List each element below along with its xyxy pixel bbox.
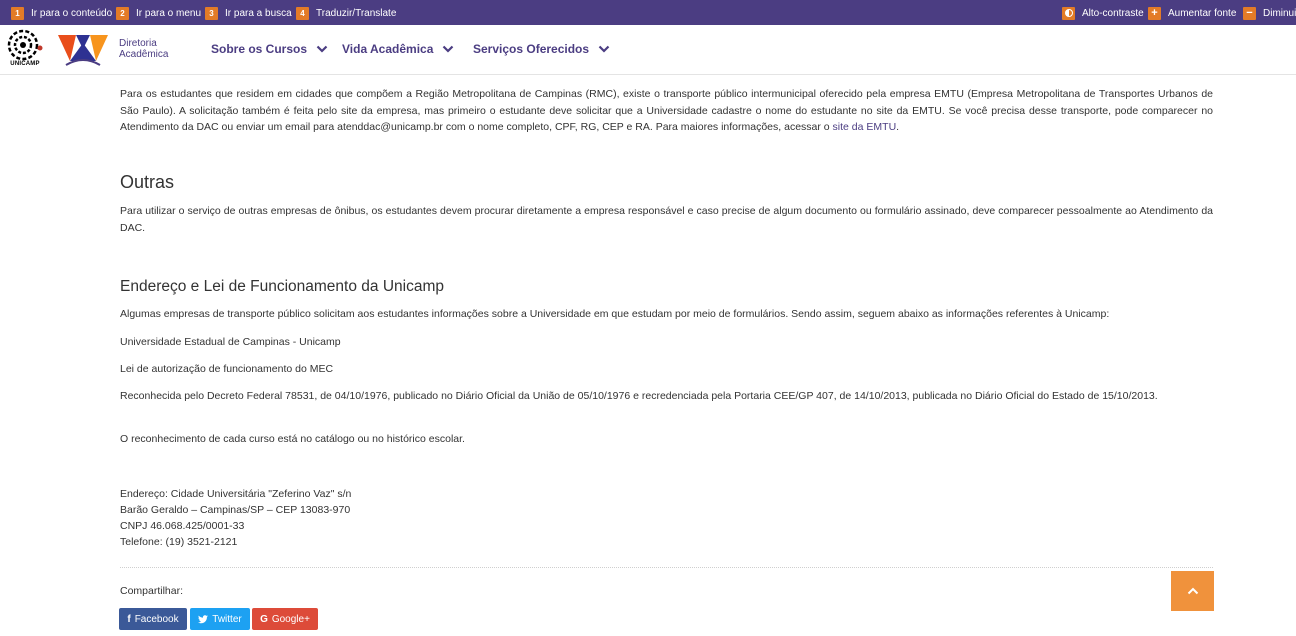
high-contrast-button[interactable]: Alto-contraste (1062, 6, 1144, 20)
nav-vida-academica[interactable]: Vida Acadêmica (342, 42, 454, 56)
high-contrast-label: Alto-contraste (1082, 7, 1144, 19)
skip-to-content-label: Ir para o conteúdo (31, 7, 113, 19)
minus-icon: − (1243, 6, 1256, 20)
nav-label: Serviços Oferecidos (473, 42, 590, 56)
share-twitter-label: Twitter (212, 613, 242, 625)
decrease-font-button[interactable]: − Diminuir fonte (1243, 6, 1296, 20)
emtu-text-end: . (896, 121, 900, 133)
chevron-down-icon (443, 45, 454, 53)
endereco-intro: Algumas empresas de transporte público s… (120, 308, 1110, 320)
unicamp-emblem-icon (7, 29, 43, 61)
share-twitter-button[interactable]: Twitter (190, 608, 250, 630)
decrease-font-label: Diminuir fonte (1263, 7, 1296, 19)
twitter-icon (198, 614, 209, 623)
address-line: Barão Geraldo – Campinas/SP – CEP 13083-… (120, 504, 351, 516)
key-badge: 4 (296, 6, 309, 20)
share-google-plus-button[interactable]: G Google+ (252, 608, 318, 630)
divider (120, 567, 1213, 568)
google-icon: G (260, 613, 268, 625)
key-badge: 2 (116, 6, 129, 20)
emtu-site-link[interactable]: site da EMTU (833, 121, 897, 133)
share-google-plus-label: Google+ (271, 613, 310, 625)
back-to-top-button[interactable] (1171, 571, 1214, 611)
contrast-icon (1062, 6, 1075, 20)
skip-to-search-label: Ir para a busca (225, 7, 292, 19)
nav-label: Vida Acadêmica (342, 42, 434, 56)
accessibility-bar: 1 Ir para o conteúdo 2 Ir para o menu 3 … (0, 0, 1296, 25)
skip-to-menu-label: Ir para o menu (136, 7, 202, 19)
translate-link[interactable]: 4 Traduzir/Translate (296, 6, 396, 20)
skip-to-search-link[interactable]: 3 Ir para a busca (205, 6, 292, 20)
mec-law-label: Lei de autorização de funcionamento do M… (120, 363, 334, 375)
emtu-section: Para os estudantes que residem em cidade… (120, 86, 1213, 136)
nav-label: Sobre os Cursos (211, 42, 308, 56)
key-badge: 3 (205, 6, 218, 20)
emtu-text: Para os estudantes que residem em cidade… (120, 88, 1213, 133)
skip-to-menu-link[interactable]: 2 Ir para o menu (116, 6, 201, 20)
address-block: Endereço: Cidade Universitária "Zeferino… (120, 486, 351, 550)
nav-servicos-oferecidos[interactable]: Serviços Oferecidos (473, 42, 610, 56)
decree-paragraph: Reconhecida pelo Decreto Federal 78531, … (120, 390, 1158, 402)
key-badge: 1 (11, 6, 24, 20)
dac-logo[interactable] (56, 31, 110, 67)
university-name: Universidade Estadual de Campinas - Unic… (120, 336, 341, 348)
plus-icon: + (1148, 6, 1161, 20)
increase-font-label: Aumentar fonte (1168, 7, 1237, 19)
unicamp-wordmark: UNICAMP (10, 61, 40, 67)
translate-label: Traduzir/Translate (316, 7, 397, 19)
recognition-paragraph: O reconhecimento de cada curso está no c… (120, 433, 465, 445)
share-label: Compartilhar: (120, 585, 184, 597)
dac-name-line1: Diretoria (119, 38, 157, 49)
site-header: UNICAMP Diretoria Acadêmica Sobre os Cur… (0, 25, 1296, 75)
dac-name-line2: Acadêmica (119, 49, 169, 60)
share-facebook-button[interactable]: f Facebook (119, 608, 187, 630)
emtu-paragraph: Para os estudantes que residem em cidade… (120, 86, 1213, 136)
facebook-icon: f (127, 613, 131, 625)
address-line: Endereço: Cidade Universitária "Zeferino… (120, 488, 352, 500)
chevron-down-icon (598, 45, 610, 53)
dac-emblem-icon (58, 35, 108, 66)
phone-line: Telefone: (19) 3521-2121 (120, 536, 238, 548)
nav-sobre-os-cursos[interactable]: Sobre os Cursos (211, 42, 328, 56)
chevron-down-icon (316, 45, 328, 53)
skip-to-content-link[interactable]: 1 Ir para o conteúdo (11, 6, 112, 20)
cnpj-line: CNPJ 46.068.425/0001-33 (120, 520, 245, 532)
outras-paragraph: Para utilizar o serviço de outras empres… (120, 205, 1213, 234)
dac-name: Diretoria Acadêmica (119, 38, 168, 60)
outras-heading: Outras (120, 172, 175, 192)
share-facebook-label: Facebook (134, 613, 179, 625)
chevron-up-icon (1187, 587, 1198, 595)
endereco-heading: Endereço e Lei de Funcionamento da Unica… (120, 278, 444, 295)
increase-font-button[interactable]: + Aumentar fonte (1148, 6, 1236, 20)
